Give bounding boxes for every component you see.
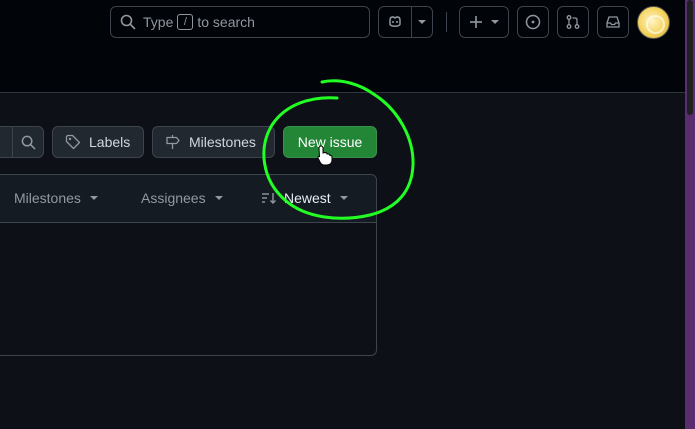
milestones-button[interactable]: Milestones xyxy=(152,126,275,158)
search-separator xyxy=(12,127,13,157)
search-input[interactable]: Type / to search xyxy=(110,6,370,38)
plus-icon xyxy=(470,16,482,28)
copilot-button[interactable] xyxy=(378,6,412,38)
labels-button[interactable]: Labels xyxy=(52,126,144,158)
issues-list-header: Milestones Assignees Newest xyxy=(0,175,376,223)
create-new-button[interactable] xyxy=(459,6,509,38)
assignees-filter-label: Assignees xyxy=(141,190,206,206)
header-divider xyxy=(446,12,447,32)
inbox-icon xyxy=(606,16,620,28)
milestones-filter-label: Milestones xyxy=(14,190,81,206)
search-icon xyxy=(120,14,136,30)
inbox-button[interactable] xyxy=(597,6,629,38)
search-prefix: Type xyxy=(143,14,174,30)
chevron-down-icon xyxy=(214,196,223,200)
issues-icon xyxy=(525,14,541,30)
pull-request-icon xyxy=(566,15,580,29)
avatar[interactable] xyxy=(637,6,670,39)
scrollbar-thumb[interactable] xyxy=(687,0,693,115)
assignees-filter[interactable]: Assignees xyxy=(141,190,223,206)
issues-button[interactable] xyxy=(517,6,549,38)
sort-filter-label: Newest xyxy=(284,190,331,206)
chevron-down-icon xyxy=(491,20,499,24)
copilot-menu-button[interactable] xyxy=(411,6,433,38)
scrollbar[interactable] xyxy=(685,0,695,429)
sort-icon xyxy=(262,193,276,204)
search-shortcut-key: / xyxy=(177,14,194,30)
search-suffix: to search xyxy=(197,14,255,30)
chevron-down-icon xyxy=(418,20,426,24)
chevron-down-icon xyxy=(339,196,348,200)
top-header: Type / to search xyxy=(0,0,685,93)
copilot-icon xyxy=(389,16,401,27)
issues-search-button[interactable] xyxy=(0,126,44,158)
new-issue-label: New issue xyxy=(297,134,363,150)
milestone-icon xyxy=(166,135,180,149)
milestones-label: Milestones xyxy=(189,134,256,150)
labels-label: Labels xyxy=(89,134,131,150)
sort-filter[interactable]: Newest xyxy=(261,190,348,206)
search-icon xyxy=(21,135,36,150)
new-issue-button[interactable]: New issue xyxy=(283,126,377,158)
tag-icon xyxy=(65,134,81,150)
issues-list: Milestones Assignees Newest xyxy=(0,174,377,356)
pull-requests-button[interactable] xyxy=(557,6,589,38)
chevron-down-icon xyxy=(89,196,98,200)
milestones-filter[interactable]: Milestones xyxy=(14,190,98,206)
